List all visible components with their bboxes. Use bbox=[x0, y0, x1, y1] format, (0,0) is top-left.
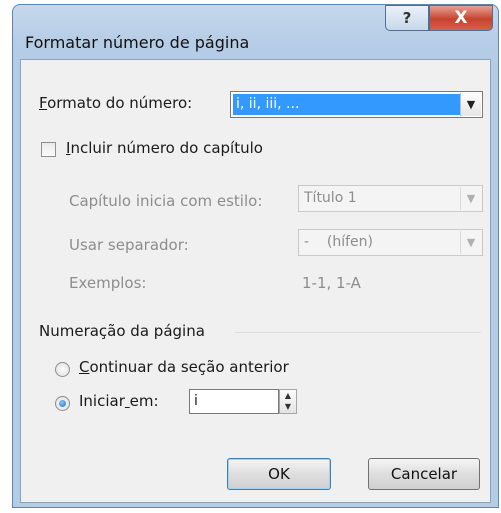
separator-value: - (hífen) bbox=[304, 234, 373, 250]
spin-up-icon[interactable]: ▲ bbox=[280, 390, 296, 401]
close-icon: X bbox=[454, 8, 468, 28]
start-at-label[interactable]: Iniciar em: bbox=[79, 392, 159, 410]
cancel-button[interactable]: Cancelar bbox=[368, 458, 480, 490]
format-label: Formato do número: bbox=[39, 94, 193, 112]
chevron-down-icon[interactable]: ▼ bbox=[460, 93, 481, 116]
include-chapter-label[interactable]: Incluir número do capítulo bbox=[66, 139, 263, 157]
chevron-down-icon[interactable]: ▼ bbox=[460, 187, 481, 210]
separator-label: Usar separador: bbox=[69, 236, 189, 254]
dialog-window: Formatar número de página ? X Formato do… bbox=[12, 4, 499, 508]
start-at-spinner[interactable]: ▲ ▼ bbox=[279, 389, 297, 414]
spin-down-icon[interactable]: ▼ bbox=[280, 401, 296, 412]
dialog-content: Formato do número: i, ii, iii, ... ▼ Inc… bbox=[20, 59, 491, 503]
group-divider bbox=[235, 332, 481, 333]
ok-button[interactable]: OK bbox=[227, 458, 331, 490]
page-numbering-group-label: Numeração da página bbox=[39, 322, 205, 340]
continue-radio[interactable] bbox=[55, 362, 70, 377]
continue-label[interactable]: Continuar da seção anterior bbox=[79, 358, 289, 376]
dialog-title: Formatar número de página bbox=[25, 33, 250, 52]
start-at-radio[interactable] bbox=[55, 396, 70, 411]
examples-label: Exemplos: bbox=[69, 274, 147, 292]
close-button[interactable]: X bbox=[429, 5, 493, 31]
chapter-style-label: Capítulo inicia com estilo: bbox=[69, 192, 263, 210]
start-at-input[interactable]: i bbox=[189, 389, 279, 414]
include-chapter-checkbox[interactable] bbox=[41, 142, 56, 157]
chevron-down-icon[interactable]: ▼ bbox=[460, 231, 481, 254]
help-button[interactable]: ? bbox=[385, 5, 429, 31]
title-bar: Formatar número de página ? X bbox=[13, 5, 498, 59]
chapter-style-value: Título 1 bbox=[304, 190, 357, 206]
format-select-value: i, ii, iii, ... bbox=[233, 94, 460, 115]
examples-value: 1-1, 1-A bbox=[302, 274, 361, 292]
help-icon: ? bbox=[402, 9, 412, 27]
format-select[interactable]: i, ii, iii, ... ▼ bbox=[230, 91, 483, 118]
chapter-style-select[interactable]: Título 1 ▼ bbox=[298, 185, 483, 212]
separator-select[interactable]: - (hífen) ▼ bbox=[298, 229, 483, 256]
